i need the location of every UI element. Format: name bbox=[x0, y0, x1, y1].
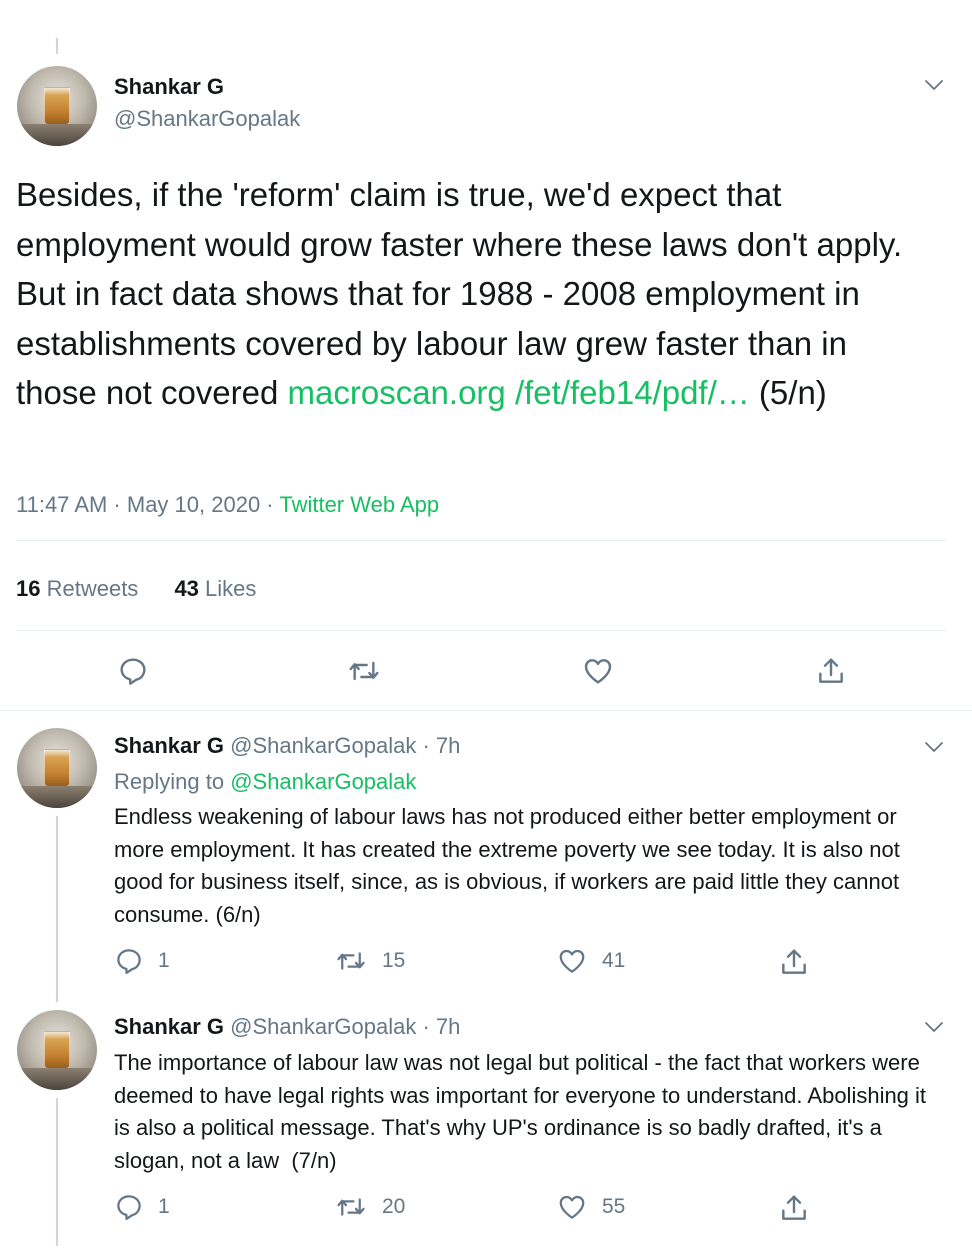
divider bbox=[16, 630, 946, 631]
retweet-icon bbox=[334, 1192, 368, 1222]
author-name[interactable]: Shankar G bbox=[114, 74, 224, 100]
share-icon bbox=[778, 946, 810, 978]
heart-icon bbox=[556, 1192, 588, 1222]
chevron-down-icon[interactable] bbox=[924, 1020, 944, 1034]
reply-text: The importance of labour law was not leg… bbox=[114, 1050, 933, 1173]
likes-count: 43 bbox=[174, 576, 199, 601]
retweet-button[interactable]: 20 bbox=[334, 1192, 405, 1222]
tweet-text: Besides, if the 'reform' claim is true, … bbox=[16, 170, 936, 418]
retweet-count: 20 bbox=[382, 1195, 406, 1218]
author-meta[interactable]: @ShankarGopalak · 7h bbox=[224, 1014, 460, 1039]
divider bbox=[0, 710, 972, 711]
tweet-meta: 11:47 AM · May 10, 2020 · Twitter Web Ap… bbox=[16, 492, 439, 518]
reply-header: Shankar G @ShankarGopalak · 7h bbox=[114, 733, 460, 759]
share-button[interactable] bbox=[814, 655, 848, 687]
engagement-stats: 16 Retweets 43 Likes bbox=[16, 576, 256, 602]
thread-connector bbox=[56, 1098, 58, 1246]
heart-icon bbox=[556, 946, 588, 976]
avatar[interactable] bbox=[17, 728, 97, 808]
author-name[interactable]: Shankar G bbox=[114, 733, 224, 758]
avatar[interactable] bbox=[17, 1010, 97, 1090]
replying-to: Replying to @ShankarGopalak bbox=[114, 769, 416, 795]
share-icon bbox=[814, 655, 848, 687]
retweet-button[interactable] bbox=[346, 655, 382, 687]
author-name[interactable]: Shankar G bbox=[114, 1014, 224, 1039]
reply-button[interactable]: 1 bbox=[114, 1192, 170, 1222]
retweets-count: 16 bbox=[16, 576, 41, 601]
thread-connector-top bbox=[56, 38, 58, 54]
likes-stat[interactable]: 43 Likes bbox=[174, 576, 256, 601]
divider bbox=[16, 540, 946, 541]
like-button[interactable]: 55 bbox=[556, 1192, 625, 1222]
like-button[interactable] bbox=[581, 655, 615, 687]
retweet-icon bbox=[334, 946, 368, 976]
thread-connector bbox=[56, 816, 58, 1002]
heart-icon bbox=[581, 655, 615, 687]
chevron-down-icon[interactable] bbox=[924, 78, 944, 92]
reply-icon bbox=[117, 655, 149, 687]
author-meta[interactable]: @ShankarGopalak · 7h bbox=[224, 733, 460, 758]
tweet-suffix: (5/n) bbox=[749, 374, 827, 411]
reply-text: Endless weakening of labour laws has not… bbox=[114, 804, 900, 927]
like-count: 41 bbox=[602, 949, 626, 972]
replying-to-handle[interactable]: @ShankarGopalak bbox=[230, 769, 416, 794]
reply-button[interactable] bbox=[117, 655, 149, 687]
retweets-stat[interactable]: 16 Retweets bbox=[16, 576, 138, 601]
reply-icon bbox=[114, 1192, 144, 1222]
likes-label: Likes bbox=[198, 576, 257, 601]
retweet-count: 15 bbox=[382, 949, 406, 972]
like-count: 55 bbox=[602, 1195, 626, 1218]
retweet-icon bbox=[346, 655, 382, 687]
replying-to-label: Replying to bbox=[114, 769, 231, 794]
share-button[interactable] bbox=[778, 1192, 810, 1224]
author-handle[interactable]: @ShankarGopalak bbox=[114, 106, 300, 132]
tweet-source[interactable]: Twitter Web App bbox=[279, 492, 439, 517]
chevron-down-icon[interactable] bbox=[924, 740, 944, 754]
tweet-link[interactable]: macroscan.org /fet/feb14/pdf/… bbox=[288, 374, 750, 411]
share-icon bbox=[778, 1192, 810, 1224]
reply-header: Shankar G @ShankarGopalak · 7h bbox=[114, 1014, 460, 1040]
avatar[interactable] bbox=[17, 66, 97, 146]
timestamp[interactable]: 11:47 AM · May 10, 2020 · bbox=[16, 492, 279, 517]
reply-count: 1 bbox=[158, 1195, 170, 1218]
reply-button[interactable]: 1 bbox=[114, 946, 170, 976]
retweet-button[interactable]: 15 bbox=[334, 946, 405, 976]
reply-count: 1 bbox=[158, 949, 170, 972]
reply-icon bbox=[114, 946, 144, 976]
like-button[interactable]: 41 bbox=[556, 946, 625, 976]
share-button[interactable] bbox=[778, 946, 810, 978]
retweets-label: Retweets bbox=[40, 576, 139, 601]
